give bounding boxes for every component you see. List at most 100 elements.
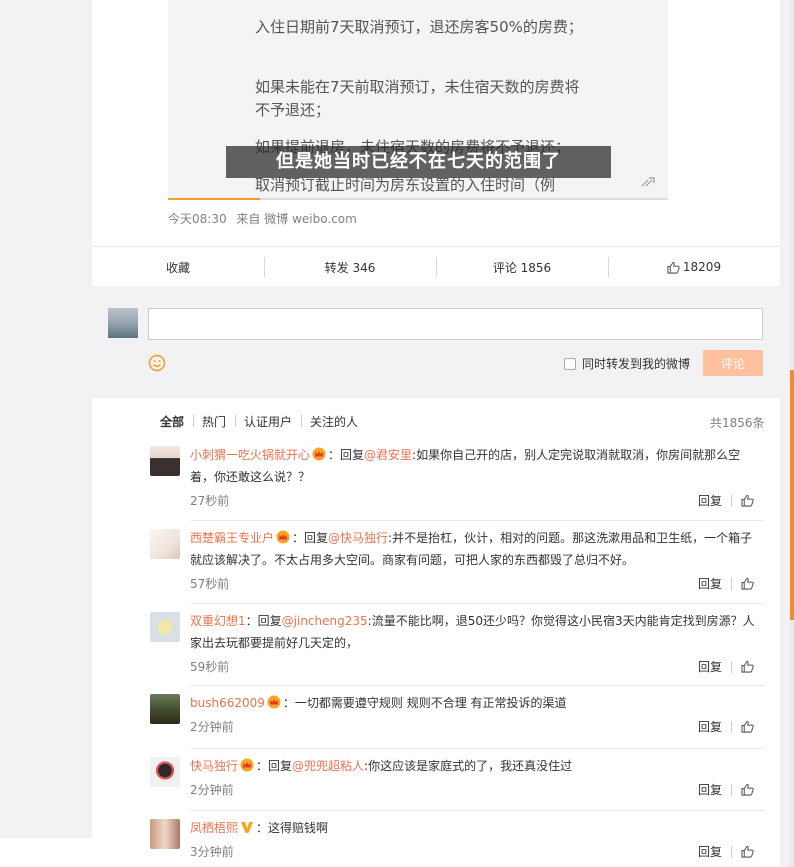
avatar[interactable] xyxy=(150,819,180,849)
my-avatar[interactable] xyxy=(108,308,138,338)
action-separator xyxy=(731,720,732,733)
post-time[interactable]: 今天08:30 xyxy=(168,212,227,226)
thumbs-up-icon[interactable] xyxy=(741,845,754,858)
comment-text: 西楚霸王专业户 ：回复@快马独行:并不是抬杠，伙计，相对的问题。那这洗漱用品和卫生… xyxy=(190,527,764,571)
like-count: 18209 xyxy=(682,260,722,274)
member-crown-icon[interactable] xyxy=(240,758,254,772)
reply-button[interactable]: 回复 xyxy=(698,718,722,735)
comment-divider xyxy=(190,810,764,811)
reply-button[interactable]: 回复 xyxy=(698,492,722,509)
tab-all[interactable]: 全部 xyxy=(160,413,193,430)
post-source[interactable]: 微博 weibo.com xyxy=(264,212,357,226)
thumbs-up-icon[interactable] xyxy=(741,720,754,733)
like-button[interactable]: 18209 xyxy=(608,247,780,287)
avatar[interactable] xyxy=(150,694,180,724)
video-text-line: 如果未能在7天前取消预订，未住宿天数的房费将不予退还； xyxy=(255,78,580,119)
comment-actions: 回复 xyxy=(698,658,754,675)
favorite-button[interactable]: 收藏 xyxy=(92,247,264,287)
verified-v-icon[interactable] xyxy=(240,820,254,834)
thumbs-up-icon[interactable] xyxy=(741,494,754,507)
comment-text: 双重幻想1：回复@jincheng235:流量不能比啊，退50还少吗？你觉得这小… xyxy=(190,610,764,654)
post-actions-bar: 收藏 转发 346 评论 1856 18209 xyxy=(92,246,780,286)
comment-time: 3分钟前 xyxy=(190,845,234,859)
comment-content: :并不是抬杠，伙计，相对的问题。那这洗漱用品和卫生纸，一个箱子就应该解决了。不太… xyxy=(190,531,753,567)
avatar[interactable] xyxy=(150,612,180,642)
reply-prefix: ：回复 xyxy=(328,448,365,462)
comment-total: 共1856条 xyxy=(710,416,765,430)
share-to-weibo-option[interactable]: 同时转发到我的微博 xyxy=(564,355,690,372)
comment-content: 一切都需要遵守规则 规则不合理 有正常投诉的渠道 xyxy=(294,696,567,710)
member-crown-icon[interactable] xyxy=(312,447,326,461)
thumbs-up-icon[interactable] xyxy=(741,577,754,590)
comment-button[interactable]: 评论 1856 xyxy=(436,247,608,287)
comment-actions: 回复 xyxy=(698,843,754,860)
comment-time: 2分钟前 xyxy=(190,783,234,797)
mention-link[interactable]: @快马独行 xyxy=(328,531,388,545)
comment-actions: 回复 xyxy=(698,718,754,735)
avatar[interactable] xyxy=(150,757,180,787)
member-crown-icon[interactable] xyxy=(276,530,290,544)
comment-username[interactable]: 西楚霸王专业户 xyxy=(190,531,274,545)
comment-username[interactable]: 小刺猬一吃火锅就开心 xyxy=(190,448,310,462)
favorite-label: 收藏 xyxy=(165,260,190,275)
comment-text: 快马独行 ：回复@兜兜超粘人:你这应该是家庭式的了，我还真没住过 xyxy=(190,755,764,777)
thumbs-up-icon[interactable] xyxy=(741,783,754,796)
share-label: 同时转发到我的微博 xyxy=(582,357,691,371)
video-progress-fill xyxy=(168,198,260,200)
reply-prefix: ：回复 xyxy=(256,759,293,773)
avatar[interactable] xyxy=(150,446,180,476)
video-player[interactable]: 入住日期前7天取消预订，退还房客50%的房费； 如果未能在7天前取消预订，未住宿… xyxy=(168,0,668,200)
comment-composer: 同时转发到我的微博 评论 xyxy=(92,286,780,398)
comment-username[interactable]: 快马独行 xyxy=(190,759,238,773)
mention-link[interactable]: @兜兜超粘人 xyxy=(292,759,364,773)
reply-prefix: ：回复 xyxy=(292,531,329,545)
comment-text: 小刺猬一吃火锅就开心 ：回复@君安里:如果你自己开的店，别人定完说取消就取消，你房… xyxy=(190,444,764,488)
share-checkbox[interactable] xyxy=(564,357,576,370)
member-crown-icon[interactable] xyxy=(267,695,281,709)
emoji-icon[interactable] xyxy=(148,354,166,372)
comment-time: 27秒前 xyxy=(190,494,230,508)
comment-label: 评论 1856 xyxy=(492,260,552,275)
reply-button[interactable]: 回复 xyxy=(698,843,722,860)
tab-verified[interactable]: 认证用户 xyxy=(235,413,301,430)
video-progress-bar[interactable] xyxy=(168,198,668,200)
comment-actions: 回复 xyxy=(698,781,754,798)
reply-button[interactable]: 回复 xyxy=(698,658,722,675)
action-separator xyxy=(731,660,732,673)
thumbs-up-icon[interactable] xyxy=(741,660,754,673)
mention-link[interactable]: @君安里 xyxy=(364,448,412,462)
comment-time: 2分钟前 xyxy=(190,720,234,734)
action-separator xyxy=(731,494,732,507)
page-scroll-thumb[interactable] xyxy=(790,370,794,620)
comment-content: 这得赔钱啊 xyxy=(268,821,329,835)
mention-link[interactable]: @jincheng235 xyxy=(282,614,368,628)
reply-button[interactable]: 回复 xyxy=(698,575,722,592)
comment-content: :你这应该是家庭式的了，我还真没住过 xyxy=(364,759,573,773)
comment-divider xyxy=(190,520,764,521)
comment-username[interactable]: bush662009 xyxy=(190,696,265,710)
action-separator xyxy=(731,577,732,590)
post-meta: 今天08:30 来自 微博 weibo.com xyxy=(168,210,357,227)
action-separator xyxy=(731,783,732,796)
reply-prefix: ：回复 xyxy=(245,614,282,628)
comment-divider xyxy=(190,685,764,686)
expand-icon[interactable] xyxy=(640,176,656,188)
left-panel-fragment xyxy=(0,838,280,867)
comment-text: bush662009 ：一切都需要遵守规则 规则不合理 有正常投诉的渠道 xyxy=(190,692,764,714)
post-source-prefix: 来自 xyxy=(236,212,261,226)
avatar[interactable] xyxy=(150,529,180,559)
comment-divider xyxy=(190,748,764,749)
reply-prefix: ： xyxy=(282,696,295,710)
comment-divider xyxy=(190,603,764,604)
comment-actions: 回复 xyxy=(698,492,754,509)
comment-text: 凤栖梧熙 ：这得赔钱啊 xyxy=(190,817,764,839)
comment-username[interactable]: 双重幻想1 xyxy=(190,614,246,628)
comment-username[interactable]: 凤栖梧熙 xyxy=(190,821,238,835)
comment-input[interactable] xyxy=(148,308,763,340)
tab-hot[interactable]: 热门 xyxy=(193,413,235,430)
tab-following[interactable]: 关注的人 xyxy=(301,413,367,430)
reply-button[interactable]: 回复 xyxy=(698,781,722,798)
repost-button[interactable]: 转发 346 xyxy=(264,247,436,287)
submit-comment-button[interactable]: 评论 xyxy=(703,350,763,376)
repost-label: 转发 346 xyxy=(324,260,376,275)
